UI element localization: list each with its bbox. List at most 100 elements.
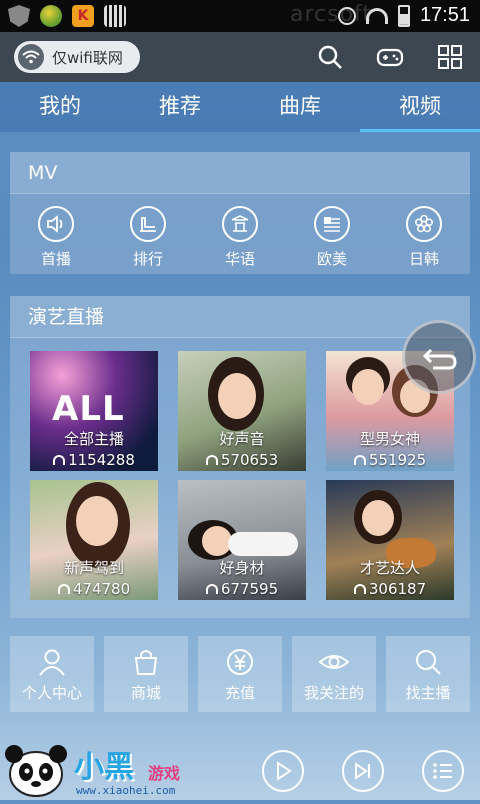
play-icon (277, 761, 292, 781)
mv-panel: MV 首播 排行 华语 欧美 日韩 (10, 152, 470, 274)
mv-japan-korea-label: 日韩 (408, 250, 439, 268)
eye-icon (318, 646, 350, 678)
shortcut-following[interactable]: 我关注的 (292, 636, 376, 712)
mv-western[interactable]: 欧美 (292, 206, 372, 269)
shortcut-personal-center[interactable]: 个人中心 (10, 636, 94, 712)
headphone-icon (353, 584, 366, 594)
card-talent[interactable]: 才艺达人 306187 (326, 480, 454, 600)
next-button[interactable] (342, 750, 384, 792)
card-title: 新声驾到 (63, 559, 124, 577)
wifi-only-toggle[interactable]: 仅wifi联网 (14, 41, 140, 73)
wifi-icon (18, 44, 44, 70)
play-button[interactable] (262, 750, 304, 792)
app-top-bar: 仅wifi联网 (0, 32, 480, 82)
card-title: 全部主播 (63, 430, 124, 448)
tab-recommend[interactable]: 推荐 (120, 82, 240, 132)
shortcut-label: 找主播 (405, 684, 451, 702)
k-app-icon: K (72, 5, 94, 27)
card-good-voice[interactable]: 好声音 570653 (178, 351, 306, 471)
card-listener-count: 306187 (326, 580, 454, 598)
alarm-icon (337, 6, 356, 25)
tab-library[interactable]: 曲库 (240, 82, 360, 132)
mv-premiere[interactable]: 首播 (16, 206, 96, 269)
mv-chinese[interactable]: 华语 (200, 206, 280, 269)
tab-video[interactable]: 视频 (360, 82, 480, 132)
shortcut-label: 我关注的 (303, 684, 364, 702)
card-listener-count: 474780 (30, 580, 158, 598)
live-title: 演艺直播 (10, 296, 470, 338)
panda-logo-icon (0, 740, 74, 800)
card-listener-count: 551925 (326, 451, 454, 469)
temple-icon (222, 206, 258, 242)
mv-ranking[interactable]: 排行 (108, 206, 188, 269)
photo-face (362, 500, 394, 536)
card-listener-count: 677595 (178, 580, 306, 598)
shortcut-label: 充值 (224, 684, 255, 702)
battery-icon (397, 4, 410, 27)
search-icon (412, 646, 444, 678)
photo-face (218, 373, 256, 419)
shortcut-label: 商城 (130, 684, 161, 702)
playlist-button[interactable] (422, 750, 464, 792)
card-title: 好身材 (219, 559, 265, 577)
card-good-figure[interactable]: 好身材 677595 (178, 480, 306, 600)
brand-logo-sub: 游戏 (148, 764, 181, 783)
mv-title: MV (10, 152, 470, 194)
flag-icon (314, 206, 350, 242)
card-title: 才艺达人 (359, 559, 420, 577)
barcode-icon (104, 5, 126, 27)
shortcut-label: 个人中心 (21, 684, 82, 702)
photo-face (352, 369, 384, 405)
shortcut-find-host[interactable]: 找主播 (386, 636, 470, 712)
card-title: 好声音 (219, 430, 265, 448)
status-bar: K arcsoft 17:51 (0, 0, 480, 32)
speaker-icon (38, 206, 74, 242)
wifi-signal-icon (365, 7, 388, 24)
mv-premiere-label: 首播 (40, 250, 71, 268)
shortcut-recharge[interactable]: 充值 (198, 636, 282, 712)
shortcut-bar: 个人中心 商城 充值 我关注的 找主播 (10, 636, 470, 712)
tab-mine[interactable]: 我的 (0, 82, 120, 132)
mv-chinese-label: 华语 (224, 250, 255, 268)
player-bar: 小黑 游戏 www.xiaohei.com (0, 740, 480, 800)
headphone-icon (205, 455, 218, 465)
card-new-voices[interactable]: 新声驾到 474780 (30, 480, 158, 600)
person-icon (36, 646, 68, 678)
main-tabs: 我的 推荐 曲库 视频 (0, 82, 480, 132)
all-badge: ALL (52, 389, 125, 429)
next-icon (355, 762, 371, 780)
playlist-icon (433, 763, 452, 779)
return-icon (422, 348, 457, 370)
bag-icon (130, 646, 162, 678)
photo-face (76, 496, 118, 546)
clock-time: 17:51 (419, 4, 470, 26)
mv-ranking-label: 排行 (132, 250, 163, 268)
floating-back-button[interactable] (402, 320, 476, 394)
app-notification-icon (40, 5, 62, 27)
brand-logo-text: 小黑 (74, 750, 134, 785)
card-all-hosts[interactable]: ALL 全部主播 1154288 (30, 351, 158, 471)
card-listener-count: 570653 (178, 451, 306, 469)
headphone-icon (205, 584, 218, 594)
brand-url: www.xiaohei.com (76, 784, 176, 797)
card-title: 型男女神 (359, 430, 420, 448)
headphone-icon (353, 455, 366, 465)
shield-icon (8, 5, 30, 27)
live-panel: 演艺直播 ALL 全部主播 1154288 好声音 570653 型男女神 55… (10, 296, 470, 618)
mv-japan-korea[interactable]: 日韩 (384, 206, 464, 269)
headphone-icon (57, 584, 70, 594)
card-listener-count: 1154288 (30, 451, 158, 469)
search-icon[interactable] (316, 43, 344, 71)
live-grid: ALL 全部主播 1154288 好声音 570653 型男女神 551925 … (30, 351, 454, 600)
shortcut-mall[interactable]: 商城 (104, 636, 188, 712)
gamepad-icon[interactable] (376, 43, 404, 71)
headphone-icon (53, 455, 66, 465)
yen-icon (224, 646, 256, 678)
notification-icons: K (8, 5, 126, 27)
chart-icon (130, 206, 166, 242)
mv-western-label: 欧美 (316, 250, 347, 268)
photo-body (228, 532, 298, 556)
wifi-only-label: 仅wifi联网 (52, 48, 123, 67)
flower-icon (406, 206, 442, 242)
grid-icon[interactable] (436, 43, 464, 71)
